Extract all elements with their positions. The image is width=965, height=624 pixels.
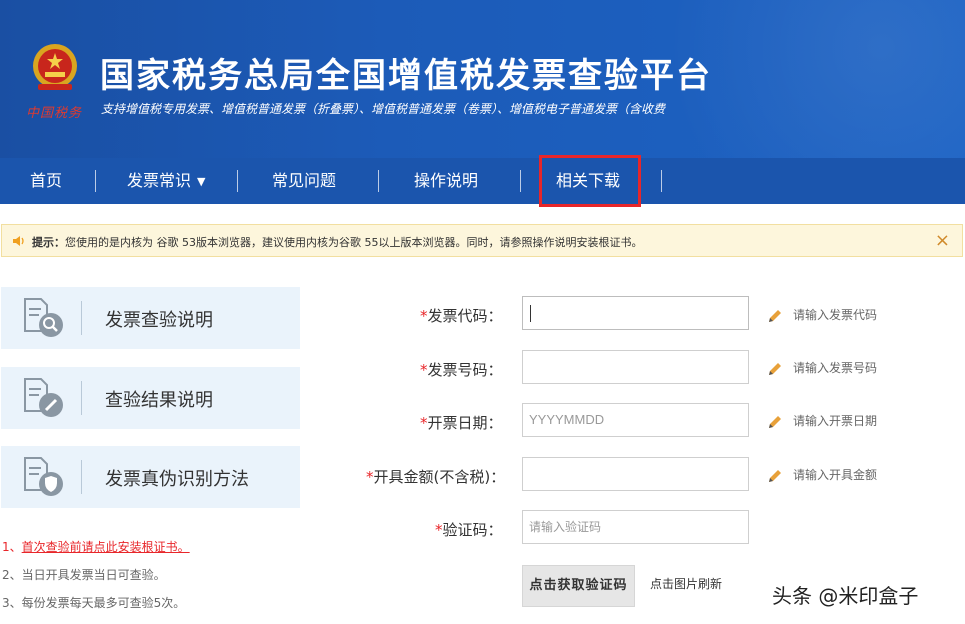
issue-date-input[interactable]: YYYYMMDD — [522, 403, 749, 437]
card-label: 发票查验说明 — [105, 310, 213, 331]
nav-separator — [661, 170, 662, 192]
emblem-caption: 中国税务 — [26, 106, 83, 121]
shield-document-icon — [24, 457, 63, 496]
card-divider — [81, 460, 82, 494]
label-text: 验证码： — [442, 521, 503, 539]
nav-separator — [237, 170, 238, 192]
nav-separator — [378, 170, 379, 192]
nav-separator — [520, 170, 521, 192]
chevron-down-icon: ▼ — [197, 174, 206, 188]
captcha-image-button[interactable]: 点击获取验证码 — [522, 565, 635, 607]
nav-item-label: 发票常识 — [127, 171, 192, 190]
speaker-icon — [13, 236, 24, 246]
required-mark: * — [435, 521, 443, 539]
card-check-instructions[interactable]: 发票查验说明 — [1, 287, 300, 349]
pencil-icon — [769, 469, 781, 482]
site-subtitle: 支持增值税专用发票、增值税普通发票（折叠票）、增值税普通发票（卷票）、增值税电子… — [101, 102, 666, 116]
hint-text: 请输入发票代码 — [793, 308, 878, 322]
notice-bar: 提示：您使用的是内核为 谷歌 53版本浏览器，建议使用内核为谷歌 55以上版本浏… — [1, 224, 963, 257]
search-document-icon — [24, 298, 63, 337]
pencil-icon — [769, 362, 781, 375]
downloads-highlight-box — [539, 155, 641, 207]
invoice-number-input[interactable] — [522, 350, 749, 384]
main-nav: 首页 发票常识 ▼ 常见问题 操作说明 相关下载 — [0, 158, 965, 204]
site-header: 中国税务 国家税务总局全国增值税发票查验平台 支持增值税专用发票、增值税普通发票… — [0, 0, 965, 158]
hint-text: 请输入发票号码 — [793, 361, 878, 375]
required-mark: * — [420, 414, 428, 432]
card-authenticity-methods[interactable]: 发票真伪识别方法 — [1, 446, 300, 508]
notice-prefix: 提示： — [32, 236, 65, 249]
amount-hint: 请输入开具金额 — [767, 466, 877, 484]
label-text: 发票代码： — [427, 307, 503, 325]
issue-date-hint: 请输入开票日期 — [767, 412, 877, 430]
watermark: 头条 @米印盒子 — [772, 584, 919, 608]
label-text: 发票号码： — [427, 361, 503, 379]
pencil-icon — [769, 309, 781, 322]
nav-item-faq[interactable]: 常见问题 — [272, 158, 336, 204]
national-emblem-icon — [33, 44, 77, 90]
text-caret — [530, 305, 531, 322]
required-mark: * — [366, 468, 374, 486]
required-mark: * — [420, 307, 428, 325]
issue-date-label: *开票日期： — [420, 412, 503, 433]
refresh-captcha-text[interactable]: 点击图片刷新 — [650, 575, 722, 592]
nav-separator — [95, 170, 96, 192]
invoice-code-hint: 请输入发票代码 — [767, 306, 877, 324]
pencil-icon — [769, 415, 781, 428]
notice-message: 您使用的是内核为 谷歌 53版本浏览器，建议使用内核为谷歌 55以上版本浏览器。… — [65, 236, 643, 249]
install-certificate-link[interactable]: 首次查验前请点此安装根证书。 — [22, 540, 190, 554]
invoice-code-label: *发票代码： — [420, 305, 503, 326]
site-title: 国家税务总局全国增值税发票查验平台 — [100, 56, 712, 96]
nav-item-invoice-knowledge[interactable]: 发票常识 ▼ — [127, 158, 205, 204]
amount-input[interactable] — [522, 457, 749, 491]
tip-install-certificate[interactable]: 1、首次查验前请点此安装根证书。 — [2, 538, 190, 555]
label-text: 开票日期： — [427, 414, 503, 432]
hint-text: 请输入开票日期 — [793, 414, 878, 428]
invoice-number-hint: 请输入发票号码 — [767, 359, 877, 377]
required-mark: * — [420, 361, 428, 379]
tip-same-day: 2、当日开具发票当日可查验。 — [2, 568, 166, 582]
label-text: 开具金额(不含税)： — [373, 468, 506, 486]
invoice-number-label: *发票号码： — [420, 359, 503, 380]
nav-item-home[interactable]: 首页 — [30, 158, 62, 204]
card-result-instructions[interactable]: 查验结果说明 — [1, 367, 300, 429]
hint-text: 请输入开具金额 — [793, 468, 878, 482]
captcha-label: *验证码： — [435, 519, 503, 540]
nav-item-instructions[interactable]: 操作说明 — [414, 158, 478, 204]
card-divider — [81, 381, 82, 415]
edit-document-icon — [24, 378, 63, 417]
card-label: 发票真伪识别方法 — [105, 469, 249, 490]
captcha-input[interactable]: 请输入验证码 — [522, 510, 749, 544]
notice-text: 提示：您使用的是内核为 谷歌 53版本浏览器，建议使用内核为谷歌 55以上版本浏… — [32, 234, 642, 250]
card-divider — [81, 301, 82, 335]
card-label: 查验结果说明 — [105, 390, 213, 411]
close-icon[interactable]: × — [935, 230, 950, 251]
tip-daily-limit: 3、每份发票每天最多可查验5次。 — [2, 596, 186, 610]
invoice-code-input[interactable] — [522, 296, 749, 330]
tip-number: 1、 — [2, 540, 22, 554]
amount-label: *开具金额(不含税)： — [366, 466, 505, 487]
